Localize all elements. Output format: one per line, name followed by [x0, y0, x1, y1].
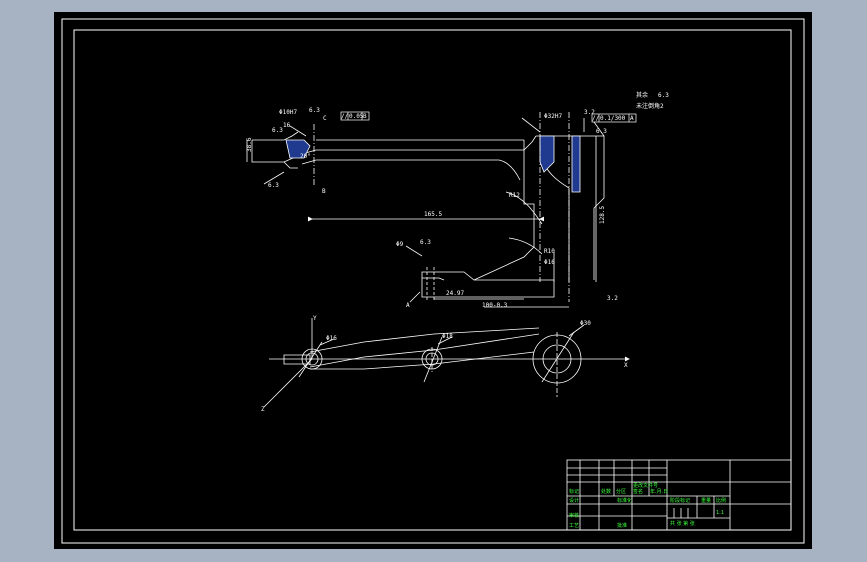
finish-3: 6.3 — [268, 182, 279, 189]
dim-right-height: 128.5 — [599, 205, 606, 224]
gdt-left-value: 0.05 — [349, 113, 364, 120]
side-view — [246, 112, 605, 308]
tb-mark: 标记 — [569, 489, 580, 495]
finish-4: 6.3 — [596, 128, 607, 135]
gdt-right-datum: A — [630, 115, 634, 122]
dim-angle: 20° — [300, 153, 311, 160]
tb-signature: 签名 — [633, 489, 644, 495]
finish-1: 6.3 — [309, 107, 320, 114]
dim-radius-1: R12 — [509, 192, 520, 199]
tb-review: 审核 — [569, 513, 580, 519]
dim-radius-2: R10 — [544, 248, 555, 255]
axis-y-label: Y — [313, 315, 317, 322]
tb-count: 处数 — [601, 489, 612, 495]
dim-small: 16 — [283, 122, 291, 129]
datum-a: A — [406, 302, 410, 309]
cad-viewport[interactable]: 其余 6.3 未注倒角2 Φ10H7 6.3 6.3 6.3 6.3 3.2 6… — [54, 12, 812, 549]
plan-dim-3: Φ30 — [580, 320, 591, 327]
plan-dim-2: Φ18 — [442, 333, 453, 340]
note-remaining-roughness: 其余 — [636, 92, 649, 99]
tb-approve: 批准 — [617, 523, 628, 529]
tb-standard: 标准化 — [617, 498, 633, 504]
tb-weight: 重量 — [701, 498, 712, 504]
tb-scale: 比例 — [716, 498, 727, 504]
inner-border — [73, 29, 792, 531]
dim-bottom-offset: 24.97 — [446, 290, 465, 297]
gdt-right-value: 0.1/300 — [600, 115, 626, 122]
dim-left-height: 38.6 — [246, 137, 253, 152]
datum-b: B — [322, 188, 326, 195]
axis-x-label: X — [624, 362, 628, 369]
tb-zone: 分区 — [616, 489, 627, 495]
finish-5: 3.2 — [607, 295, 618, 302]
gdt-left-symbol: // — [341, 113, 349, 120]
finish-6: 6.3 — [420, 239, 431, 246]
tb-stage-mark: 阶段标记 — [670, 498, 691, 504]
gdt-left-datum: B — [363, 113, 367, 120]
drawing-canvas — [61, 18, 805, 544]
tb-process: 工艺 — [569, 523, 580, 529]
dim-total-length: 165.5 — [424, 211, 443, 218]
note-chamfer: 未注倒角2 — [636, 103, 664, 110]
tb-date: 年.月.日 — [650, 489, 669, 495]
outer-border — [61, 18, 805, 544]
plan-view — [263, 318, 630, 408]
dim-hole-bottom-2: Φ16 — [544, 259, 555, 266]
plan-dim-1: Φ16 — [326, 335, 337, 342]
dim-phi-left: Φ10H7 — [279, 109, 298, 116]
tb-design: 设计 — [569, 498, 580, 504]
tb-scale-value: 1:1 — [716, 510, 725, 516]
dim-bottom-width: 100-0.3 — [482, 302, 508, 309]
tb-sheet: 共 张 第 张 — [670, 521, 695, 527]
datum-c: C — [323, 115, 327, 122]
dim-hole-bottom: Φ9 — [396, 241, 404, 248]
gdt-right-symbol: // — [592, 115, 600, 122]
axis-z-label: Z — [261, 406, 265, 413]
dim-hole-right: Φ32H7 — [544, 113, 563, 120]
note-roughness-value: 6.3 — [658, 92, 669, 99]
title-block — [566, 459, 792, 531]
finish-2: 6.3 — [272, 127, 283, 134]
